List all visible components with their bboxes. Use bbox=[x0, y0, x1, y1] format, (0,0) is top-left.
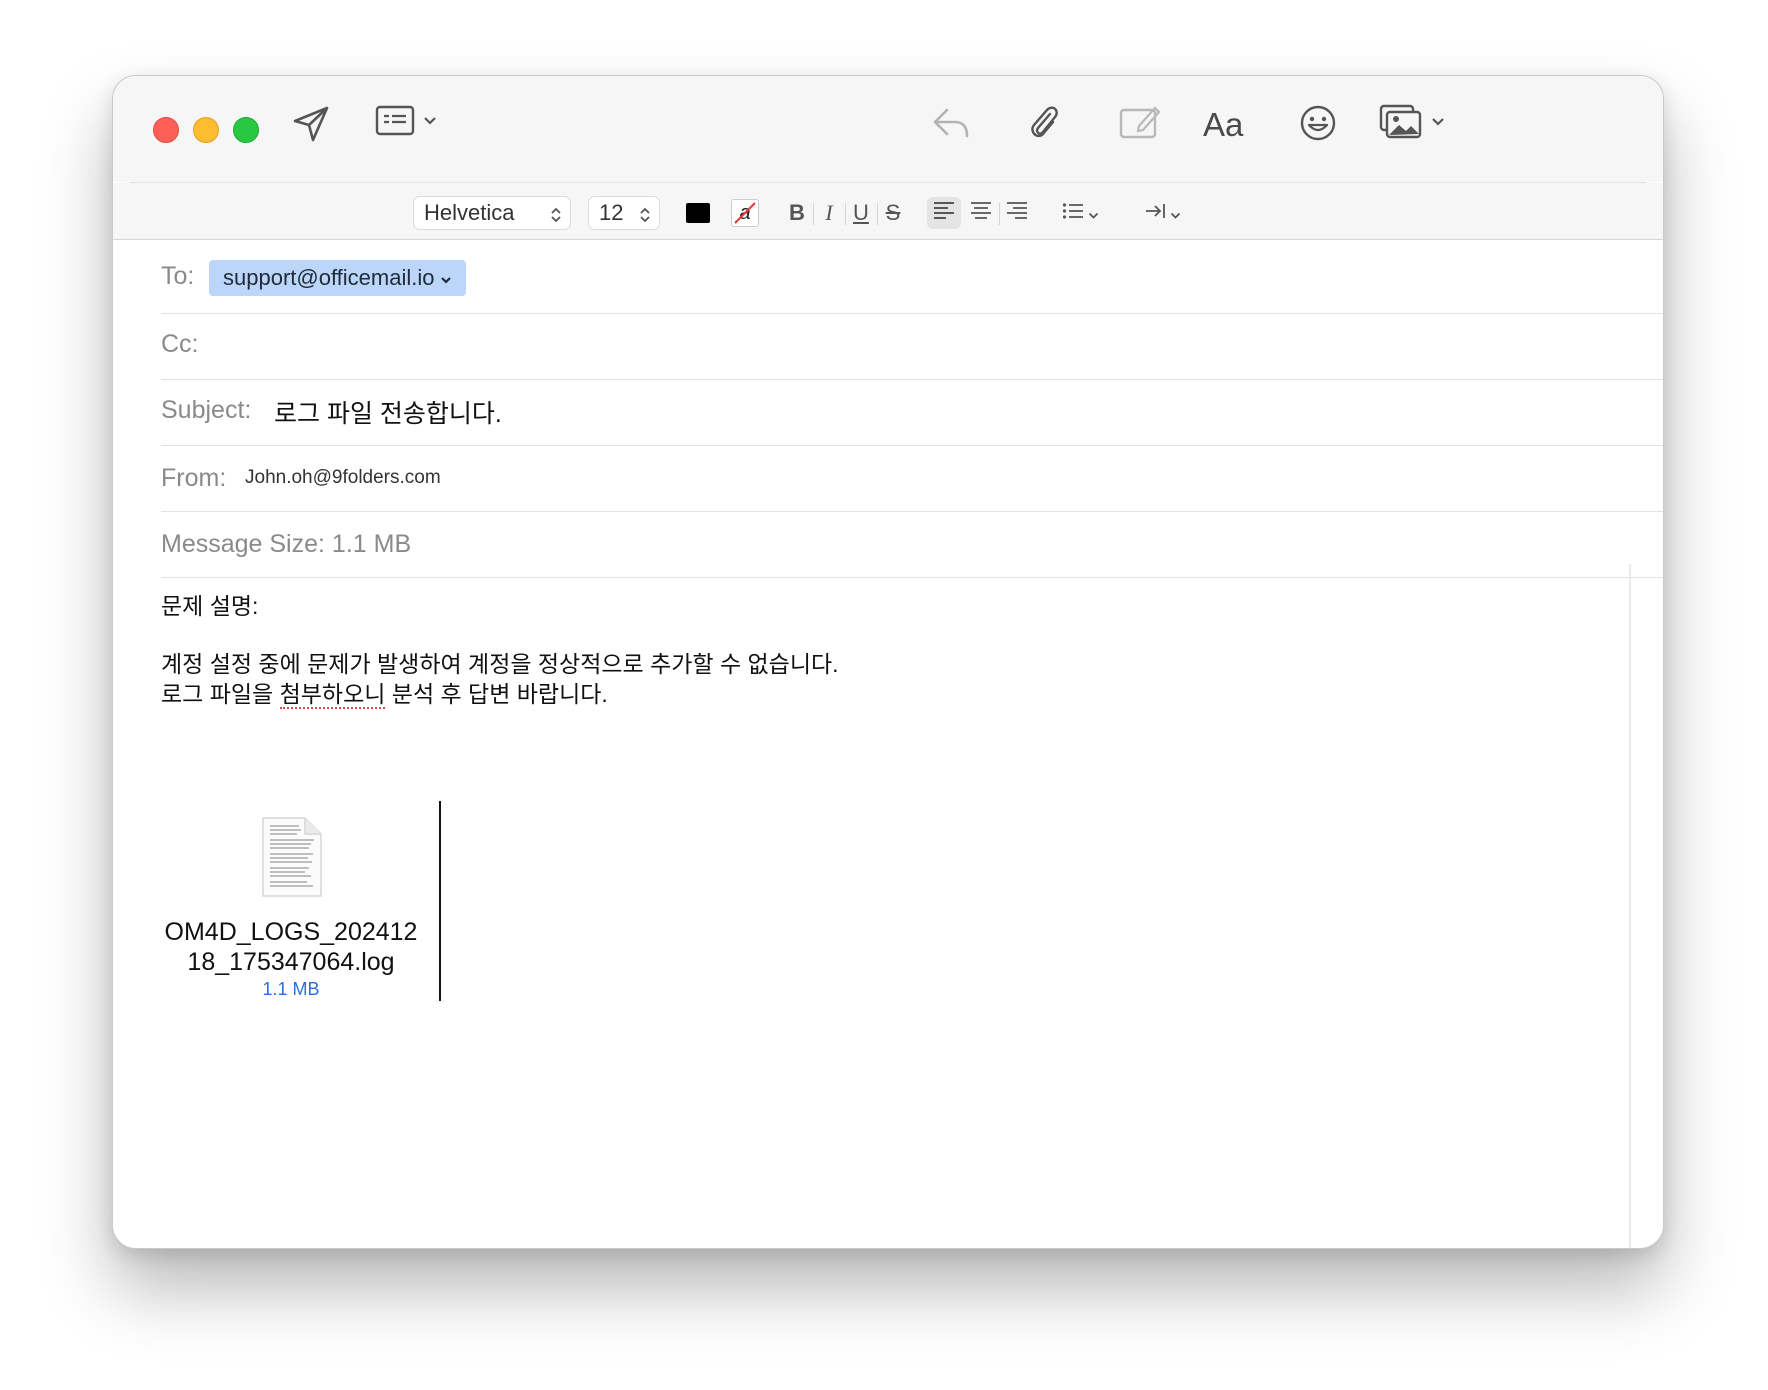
chevron-down-icon bbox=[440, 265, 452, 291]
attachment-size: 1.1 MB bbox=[262, 979, 320, 999]
photo-browser-button[interactable] bbox=[1379, 104, 1445, 140]
paperclip-icon bbox=[1026, 102, 1062, 144]
send-button[interactable] bbox=[291, 104, 331, 144]
attachment[interactable]: OM4D_LOGS_20241218_175347064.log 1.1 MB bbox=[161, 816, 421, 1000]
reply-icon bbox=[931, 104, 971, 142]
chevron-down-icon bbox=[423, 116, 437, 126]
italic-label: I bbox=[825, 200, 833, 225]
minimize-button[interactable] bbox=[193, 117, 219, 143]
text-color-swatch bbox=[686, 203, 710, 223]
compose-window: Aa Helvetica 12 B I U S To: support@offi… bbox=[112, 75, 1664, 1249]
reply-button bbox=[931, 104, 971, 142]
underline-label: U bbox=[853, 200, 869, 225]
recipient-token[interactable]: support@officemail.io bbox=[209, 260, 467, 296]
body-line: 로그 파일을 첨부하오니 분석 후 답변 바랍니다. bbox=[161, 681, 608, 709]
subject-field[interactable]: 로그 파일 전송합니다. bbox=[274, 394, 502, 430]
font-family-select[interactable]: Helvetica bbox=[413, 196, 571, 230]
text-cursor bbox=[439, 801, 441, 1001]
align-center-button[interactable] bbox=[964, 197, 998, 229]
chevron-down-icon bbox=[1170, 200, 1181, 226]
message-size-value: 1.1 MB bbox=[331, 530, 412, 558]
body-line: 문제 설명: bbox=[161, 593, 259, 619]
highlight-icon: a bbox=[731, 199, 759, 227]
stepper-arrows-icon bbox=[639, 204, 651, 230]
body-line: 계정 설정 중에 문제가 발생하여 계정을 정상적으로 추가할 수 없습니다. bbox=[161, 651, 839, 677]
recipient-address: support@officemail.io bbox=[223, 265, 435, 290]
align-left-icon bbox=[932, 200, 956, 226]
bold-button[interactable]: B bbox=[783, 197, 811, 229]
highlight-color-button[interactable]: a bbox=[729, 197, 761, 229]
stepper-arrows-icon bbox=[550, 204, 562, 230]
toolbar: Aa bbox=[113, 76, 1663, 182]
indent-icon bbox=[1144, 200, 1166, 226]
align-right-icon bbox=[1005, 200, 1029, 226]
bullet-list-icon bbox=[1062, 200, 1084, 226]
cc-label: Cc: bbox=[161, 330, 199, 358]
photo-browser-icon bbox=[1379, 104, 1423, 140]
message-size-label: Message Size: 1.1 MB bbox=[161, 530, 412, 558]
font-panel-button[interactable]: Aa bbox=[1203, 106, 1243, 144]
strikethrough-label: S bbox=[885, 200, 901, 225]
chevron-down-icon bbox=[1431, 117, 1445, 127]
format-bar: Helvetica 12 a B I U S bbox=[113, 183, 1663, 240]
font-size-value: 12 bbox=[599, 200, 624, 225]
to-row: To: support@officemail.io bbox=[161, 248, 1663, 314]
separator bbox=[845, 203, 846, 225]
strikethrough-button[interactable]: S bbox=[879, 197, 907, 229]
misspelled-word: 첨부하오니 bbox=[279, 681, 386, 709]
markup-icon bbox=[1119, 104, 1161, 140]
font-panel-icon: Aa bbox=[1203, 106, 1244, 143]
indent-button[interactable] bbox=[1139, 197, 1185, 229]
align-right-button[interactable] bbox=[1000, 197, 1034, 229]
subject-row[interactable]: Subject: 로그 파일 전송합니다. bbox=[161, 380, 1663, 446]
separator bbox=[813, 203, 814, 225]
attachment-name: OM4D_LOGS_20241218_175347064.log bbox=[164, 918, 418, 976]
italic-button[interactable]: I bbox=[815, 197, 843, 229]
to-label: To: bbox=[161, 262, 195, 290]
list-button[interactable] bbox=[1057, 197, 1103, 229]
bold-label: B bbox=[789, 200, 805, 225]
header-fields-button[interactable] bbox=[375, 104, 437, 138]
font-size-select[interactable]: 12 bbox=[588, 196, 660, 230]
close-button[interactable] bbox=[153, 117, 179, 143]
message-size-row: Message Size: 1.1 MB bbox=[161, 512, 1663, 578]
from-select[interactable]: John.oh@9folders.com bbox=[245, 467, 441, 489]
attach-button[interactable] bbox=[1026, 102, 1062, 144]
align-center-icon bbox=[969, 200, 993, 226]
font-family-value: Helvetica bbox=[424, 200, 515, 225]
emoji-button[interactable] bbox=[1299, 104, 1337, 142]
send-icon bbox=[291, 104, 331, 144]
chevron-down-icon bbox=[1088, 200, 1099, 226]
align-left-button[interactable] bbox=[927, 197, 961, 229]
subject-label: Subject: bbox=[161, 396, 252, 424]
cc-row[interactable]: Cc: bbox=[161, 314, 1663, 380]
header-fields-icon bbox=[375, 104, 415, 138]
zoom-button[interactable] bbox=[233, 117, 259, 143]
from-row: From: John.oh@9folders.com bbox=[161, 446, 1663, 512]
underline-button[interactable]: U bbox=[847, 197, 875, 229]
message-body[interactable]: 문제 설명: 계정 설정 중에 문제가 발생하여 계정을 정상적으로 추가할 수… bbox=[161, 591, 1633, 709]
text-color-button[interactable] bbox=[683, 197, 713, 229]
from-label: From: bbox=[161, 464, 227, 492]
markup-button bbox=[1119, 104, 1161, 140]
separator bbox=[877, 203, 878, 225]
document-icon bbox=[259, 816, 323, 903]
emoji-icon bbox=[1299, 104, 1337, 142]
